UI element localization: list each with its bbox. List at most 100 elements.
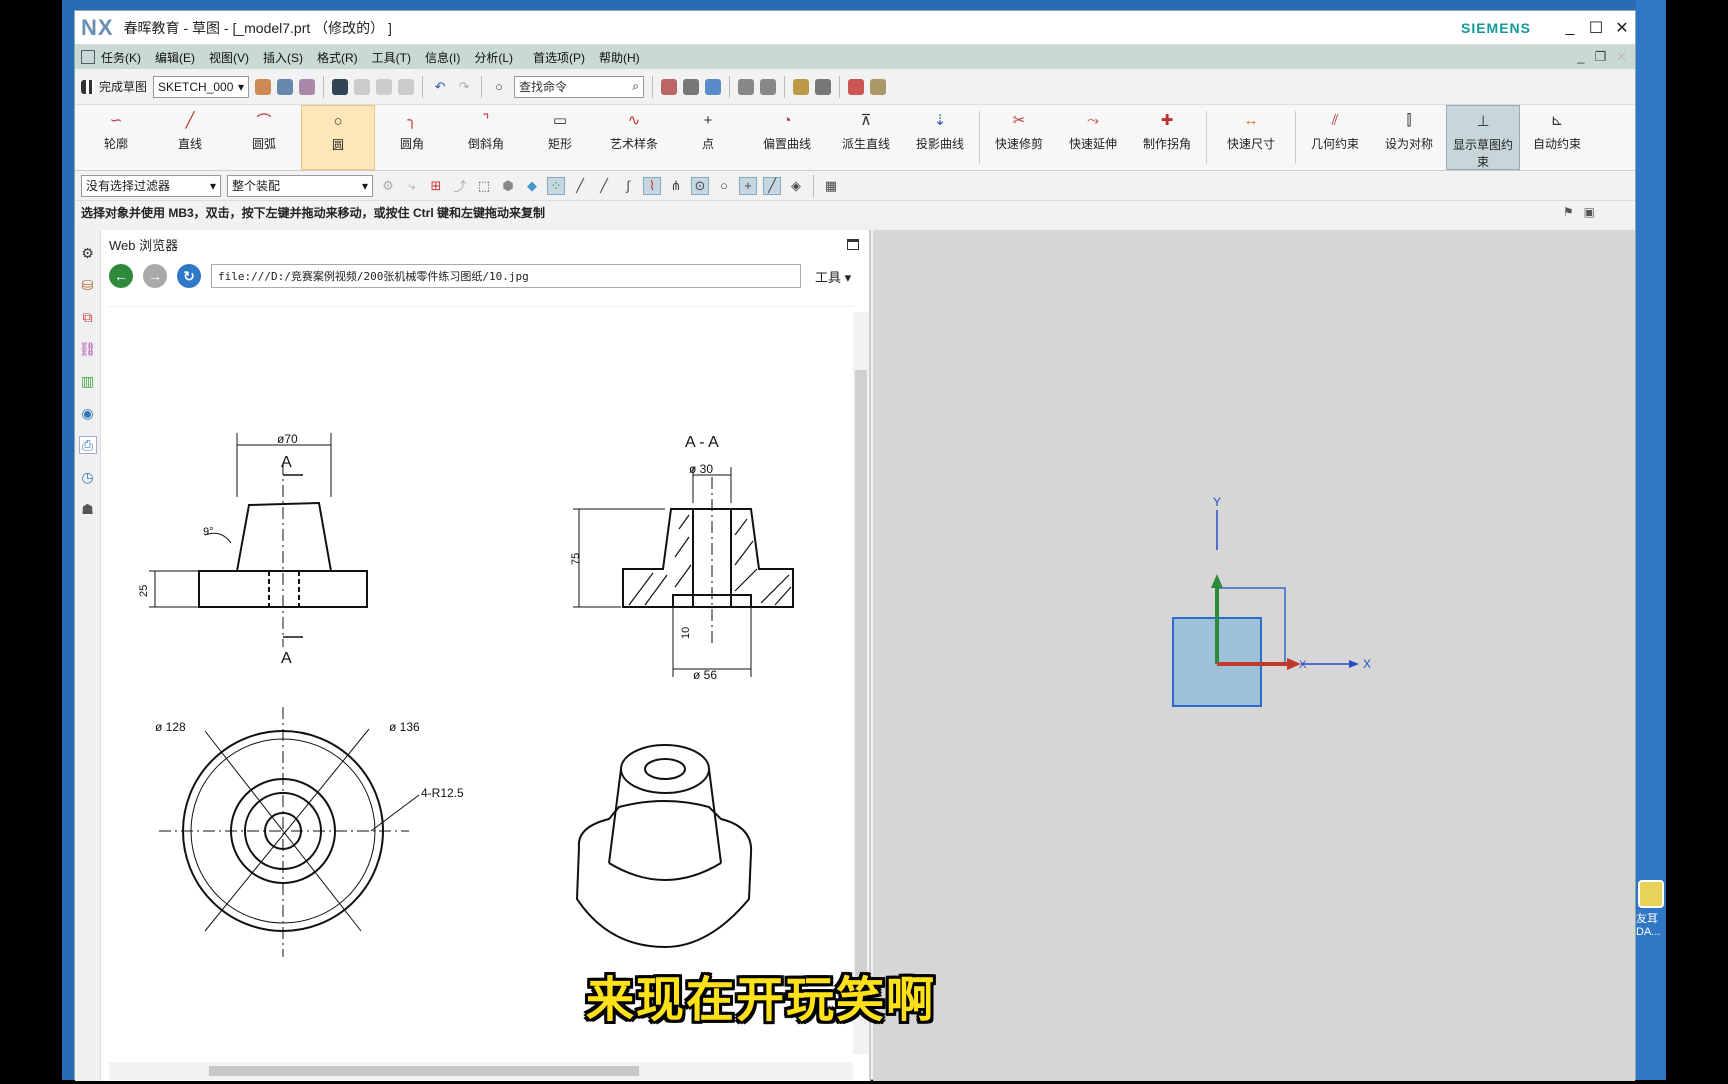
snap-edge-icon[interactable]: ╱ [595, 177, 613, 195]
ribbon-make-symmetric[interactable]: ⫿ 设为对称 [1372, 105, 1446, 170]
assembly-navigator-icon[interactable]: ⛁ [79, 276, 97, 294]
sketch-settings-icon[interactable] [255, 78, 272, 95]
snap-curve-icon[interactable]: ∫ [619, 177, 637, 195]
reuse-library-icon[interactable]: ▥ [79, 372, 97, 390]
menu-view[interactable]: 视图(V) [209, 49, 249, 66]
back-icon[interactable]: ← [109, 264, 133, 288]
tools-menu[interactable]: 工具 ▾ [815, 267, 851, 286]
reattach-icon[interactable] [299, 78, 316, 95]
cut-icon[interactable] [354, 78, 371, 95]
flag-icon[interactable]: ⚑ [1563, 205, 1574, 219]
ribbon-line[interactable]: ╱ 直线 [153, 105, 227, 170]
vertical-scrollbar[interactable] [853, 312, 869, 1054]
ribbon-make-corner[interactable]: ✚ 制作拐角 [1130, 105, 1204, 170]
menu-help[interactable]: 帮助(H) [599, 49, 640, 66]
select-body-icon[interactable]: ⊞ [427, 177, 445, 195]
ribbon-project-curve[interactable]: ⇣ 投影曲线 [903, 105, 977, 170]
ruler-icon[interactable] [848, 78, 865, 95]
ribbon-show-sketch-constraints[interactable]: ⊥ 显示草图约束 [1446, 105, 1520, 170]
menu-tools[interactable]: 工具(T) [372, 49, 411, 66]
snap-spline-icon[interactable]: ⌇ [643, 176, 661, 195]
snap-endpoint-icon[interactable]: ⁘ [547, 176, 565, 195]
save-icon[interactable] [332, 78, 349, 95]
ribbon-chamfer[interactable]: ⌝ 倒斜角 [449, 105, 523, 170]
select-edge-icon[interactable]: ⤴ [451, 177, 469, 195]
ribbon-derived-line[interactable]: ⊼ 派生直线 [829, 105, 903, 170]
render-style-icon[interactable] [683, 78, 700, 95]
forward-icon[interactable]: → [143, 264, 167, 288]
url-field[interactable]: file:///D:/竞赛案例视频/200张机械零件练习图纸/10.jpg [211, 264, 801, 288]
horizontal-scroll-thumb[interactable] [209, 1066, 639, 1076]
snap-center-icon[interactable]: ⊙ [691, 176, 709, 195]
close-button[interactable]: ✕ [1609, 18, 1635, 38]
mdi-close-icon[interactable]: ✕ [1616, 49, 1627, 65]
finish-sketch-button[interactable]: 完成草图 [81, 76, 147, 98]
menu-preferences[interactable]: 首选项(P) [533, 49, 585, 66]
redo-icon[interactable]: ↷ [455, 78, 473, 96]
rectangle-select-icon[interactable]: ⬚ [475, 177, 493, 195]
snap-line-icon[interactable]: ╱ [571, 177, 589, 195]
circle-mode-icon[interactable]: ○ [490, 78, 508, 96]
role-icon[interactable]: ☗ [79, 500, 97, 518]
ribbon-circle[interactable]: ○ 圆 [301, 105, 375, 170]
ribbon-spline[interactable]: ∿ 艺术样条 [597, 105, 671, 170]
undo-icon[interactable]: ↶ [431, 78, 449, 96]
layer-icon[interactable] [870, 78, 887, 95]
cube-icon[interactable]: ◆ [523, 177, 541, 195]
horizontal-scrollbar[interactable] [109, 1062, 853, 1080]
menu-grid-icon[interactable] [81, 50, 95, 64]
ribbon-quick-extend[interactable]: ⤳ 快速延伸 [1056, 105, 1130, 170]
menu-insert[interactable]: 插入(S) [263, 49, 303, 66]
menu-task[interactable]: 任务(K) [101, 49, 141, 66]
menu-analysis[interactable]: 分析(L) [474, 49, 513, 66]
command-search[interactable]: 查找命令 ⌕ [514, 75, 645, 98]
menu-edit[interactable]: 编辑(E) [155, 49, 195, 66]
graphics-viewport[interactable]: Y X X [873, 230, 1635, 1081]
copy-icon[interactable] [376, 78, 393, 95]
maximize-button[interactable]: ☐ [1583, 18, 1609, 38]
ribbon-rectangle[interactable]: ▭ 矩形 [523, 105, 597, 170]
selection-icon[interactable] [760, 78, 777, 95]
menu-format[interactable]: 格式(R) [317, 49, 358, 66]
ribbon-geometric-constraints[interactable]: ⫽ 几何约束 [1298, 105, 1372, 170]
shaded-cube-icon[interactable] [705, 78, 722, 95]
solid-body-icon[interactable]: ⬢ [499, 177, 517, 195]
snap-options-icon[interactable]: ◈ [787, 177, 805, 195]
filter-icon[interactable]: ⚙ [379, 177, 397, 195]
desktop-shortcut[interactable]: 友耳 DA... [1636, 880, 1666, 938]
snap-circle-icon[interactable]: ○ [715, 177, 733, 195]
ribbon-quick-trim[interactable]: ✂ 快速修剪 [982, 105, 1056, 170]
constraint-navigator-icon[interactable]: ⧉ [79, 308, 97, 326]
part-navigator-icon[interactable]: ⛓ [79, 340, 97, 358]
snap-point-on-curve-icon[interactable]: ╱ [763, 176, 781, 195]
minimize-button[interactable]: _ [1557, 19, 1583, 37]
refresh-icon[interactable]: ↻ [177, 264, 201, 288]
fit-icon[interactable]: ▣ [1584, 205, 1595, 219]
type-filter-combo[interactable]: 没有选择过滤器 ▾ [81, 174, 221, 197]
panel-maximize-icon[interactable] [847, 238, 859, 250]
ribbon-fillet[interactable]: ╮ 圆角 [375, 105, 449, 170]
analysis-icon[interactable] [793, 78, 810, 95]
select-feature-icon[interactable]: ⤷ [403, 177, 421, 195]
snap-intersection-icon[interactable]: + [739, 176, 757, 195]
ribbon-offset-curve[interactable]: ◔ 偏置曲线 [745, 105, 829, 170]
ribbon-arc[interactable]: ⌒ 圆弧 [227, 105, 301, 170]
ribbon-quick-dimension[interactable]: ↔ 快速尺寸 [1209, 105, 1293, 170]
history-icon[interactable]: ◷ [79, 468, 97, 486]
paste-icon[interactable] [398, 78, 415, 95]
snap-icon[interactable] [738, 78, 755, 95]
measure-icon[interactable] [815, 78, 832, 95]
snap-tangent-icon[interactable]: ⋔ [667, 177, 685, 195]
ribbon-profile[interactable]: ∽ 轮廓 [79, 105, 153, 170]
web-browser-icon[interactable]: ⎙ [78, 436, 97, 454]
hd3d-icon[interactable]: ◉ [79, 404, 97, 422]
grid-icon[interactable]: ▦ [822, 177, 840, 195]
menu-info[interactable]: 信息(I) [425, 49, 460, 66]
settings-gear-icon[interactable]: ⚙ [79, 244, 97, 262]
scope-combo[interactable]: 整个装配 ▾ [227, 174, 373, 197]
orient-view-icon[interactable] [277, 78, 294, 95]
table-icon[interactable] [661, 78, 678, 95]
ribbon-auto-constrain[interactable]: ⊾ 自动约束 [1520, 105, 1594, 170]
vertical-scroll-thumb[interactable] [855, 370, 867, 1010]
mdi-minimize-icon[interactable]: _ [1577, 49, 1584, 65]
